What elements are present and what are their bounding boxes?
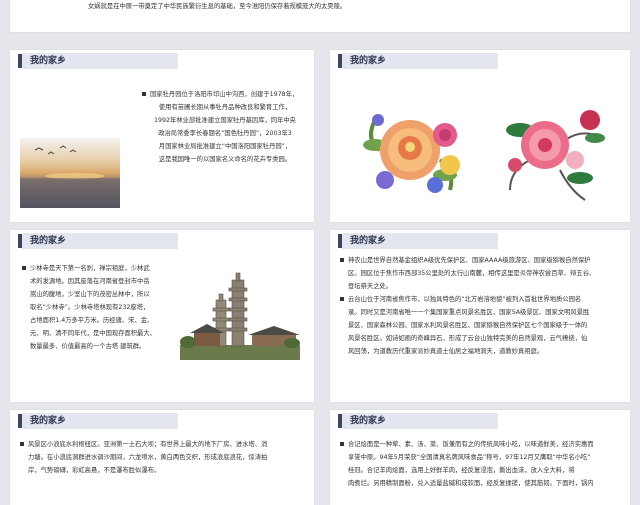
peony-flowers-image	[363, 110, 605, 201]
text-line: 元、明、清不同年代，是中国现存面积最大、	[30, 330, 156, 337]
slide-shennong-yuntai: 我的家乡 神农山是世界自然基金组织A级优先保护区、国家AAAA级旅游区、国家级猕…	[330, 230, 630, 402]
pagoda-image	[180, 272, 300, 360]
text-line: 岸，气势磅礴，彩虹高悬，不是瀑布胜似瀑布。	[28, 467, 161, 474]
slide-header: 我的家乡	[330, 50, 550, 72]
text-line: 风景区小浪底水利枢纽区。亚洲第一土石大坝；有世界上最大的地下厂房、进水塔、消	[28, 441, 268, 448]
text-line: 肉煮烂。另用精制面粉，兑入适量盐碱和成软面，经反复揉搓，使其筋韧。下面时，锅内	[348, 480, 594, 487]
slide-top-partial: 女娲就是在中原一带奠定了中华民族繁衍生息的基础，至今淮阳仍保存着规模庞大的太昊陵…	[10, 0, 630, 32]
text-line: 景区、国家森林公园、国家水利风景名胜区、国家猕猴自然保护区七个国家级于一体的	[348, 322, 588, 329]
slide-header: 我的家乡	[330, 230, 550, 252]
sunset-lake-image	[20, 138, 120, 208]
text-line: 月国家林业局批准建立“中国洛阳国家牡丹园”，	[158, 143, 292, 150]
slide-peony-garden: 我的家乡 国家牡丹园位于洛阳市邙山中沟西，创建于1978年， 使用有苗圃长期从事…	[10, 50, 314, 222]
slide-title: 我的家乡	[22, 53, 178, 69]
text-line: 云台山位于河南省焦作市，以独具特色的“北方岩溶地貌”被列入首批世界地质公园名	[348, 296, 582, 303]
xiaolangdi-text: 风景区小浪底水利枢纽区。亚洲第一土石大坝；有世界上最大的地下厂房、进水塔、消 力…	[20, 438, 310, 477]
bullet-icon	[340, 442, 344, 446]
text-line: 合记烩面是一种荤、素、汤、菜、饭兼而有之的传统风味小吃，以味道鲜美，经济实惠而	[348, 441, 594, 448]
text-line: 占地面积1.4万多平方米。历经唐、宋、金、	[30, 317, 154, 324]
heji-text: 合记烩面是一种荤、素、汤、菜、饭兼而有之的传统风味小吃，以味道鲜美，经济实惠而 …	[340, 438, 626, 490]
text-line: 风景名胜区。如诗如画的奇峰异石，形成了云台山独特完美的自然景观，云气缭绕，仙	[348, 335, 588, 342]
bullet-icon	[142, 92, 146, 96]
slide-header: 我的家乡	[10, 50, 230, 72]
slide-header: 我的家乡	[330, 410, 550, 432]
slide-peony-flowers: 我的家乡	[330, 50, 630, 222]
slide-title: 我的家乡	[342, 413, 498, 429]
bullet-icon	[20, 442, 24, 446]
text-line: 神农山是世界自然基金组织A级优先保护区、国家AAAA级旅游区、国家级猕猴自然保护	[348, 257, 591, 264]
slide-title: 我的家乡	[342, 53, 498, 69]
text-line: 这是我国唯一的以国家名义命名的花卉专类园。	[158, 156, 292, 163]
text-line: 政治局常委李长春题名“国色牡丹园”，2003年3	[158, 130, 292, 137]
text-line: 享誉中原。94年5月荣获“全国清真名牌风味食品”称号，97年12月又膺取“中华名…	[348, 454, 591, 461]
text-line: 录。同时又是河南省唯一一个集国家重点风景名胜区、国家5A级景区、国家文明风景胜	[348, 309, 590, 316]
text-line: 少林寺是天下第一名刹，禅宗祖庭，少林武	[30, 265, 150, 272]
slide-title: 我的家乡	[342, 233, 498, 249]
peony-garden-text: 国家牡丹园位于洛阳市邙山中沟西，创建于1978年， 使用有苗圃长期从事牡丹品种改…	[142, 88, 308, 166]
slide-heji-noodles: 我的家乡 合记烩面是一种荤、素、汤、菜、饭兼而有之的传统风味小吃，以味道鲜美，经…	[330, 410, 630, 505]
bullet-icon	[340, 258, 344, 262]
bullet-icon	[340, 297, 344, 301]
slide-header: 我的家乡	[10, 230, 230, 252]
text-line: 风回荡，为道教历代重家派妙真道士仙居之福地洞天，道教妙真祖庭。	[348, 348, 544, 355]
text-line: 桂冠。合记羊肉烩面，选用上好鲜羊肉，经反复浸泡，撕出血沫，放入全大料，将	[348, 467, 575, 474]
text-line: 取名“少林寺”。少林寺塔林现有232座塔，	[30, 304, 150, 311]
text-line: 力塘。在小浪底洞群进水调沙期间，六龙喷水，黄白两色交织，形成浪底浪花，惊涛拍	[28, 454, 268, 461]
text-line: 区。园区位于焦作市西部35公里处的太行山南麓，相传这里是炎帝神农尝百草、辩五谷、	[348, 270, 596, 277]
slide-title: 我的家乡	[22, 233, 178, 249]
slide-xiaolangdi: 我的家乡 风景区小浪底水利枢纽区。亚洲第一土石大坝；有世界上最大的地下厂房、进水…	[10, 410, 314, 505]
text-line: 国家牡丹园位于洛阳市邙山中沟西，创建于1978年，	[150, 91, 299, 98]
text-line: 数量最多、价值最高的一个古塔 建筑群。	[30, 343, 146, 350]
text-line: 1992年林业部批准建立国家牡丹基因库，同年中央	[154, 117, 296, 124]
shaolin-text: 少林寺是天下第一名刹，禅宗祖庭，少林武 术的发源地。因其座落在河南省登封市中岳 …	[22, 262, 180, 353]
bullet-icon	[22, 266, 26, 270]
text-line: 使用有苗圃长期从事牡丹品种改良和繁育工作，	[158, 104, 292, 111]
text-line: 登坛祭天之处。	[348, 283, 393, 290]
slide-header: 我的家乡	[10, 410, 230, 432]
text-line: 嵩山的腹地，少室山下的茂密丛林中，所以	[30, 291, 150, 298]
slide-top-text: 女娲就是在中原一带奠定了中华民族繁衍生息的基础，至今淮阳仍保存着规模庞大的太昊陵…	[88, 3, 347, 10]
text-line: 术的发源地。因其座落在河南省登封市中岳	[30, 278, 150, 285]
slide-shaolin: 我的家乡 少林寺是天下第一名刹，禅宗祖庭，少林武 术的发源地。因其座落在河南省登…	[10, 230, 314, 402]
slide-title: 我的家乡	[22, 413, 178, 429]
shennong-text: 神农山是世界自然基金组织A级优先保护区、国家AAAA级旅游区、国家级猕猴自然保护…	[340, 254, 624, 358]
